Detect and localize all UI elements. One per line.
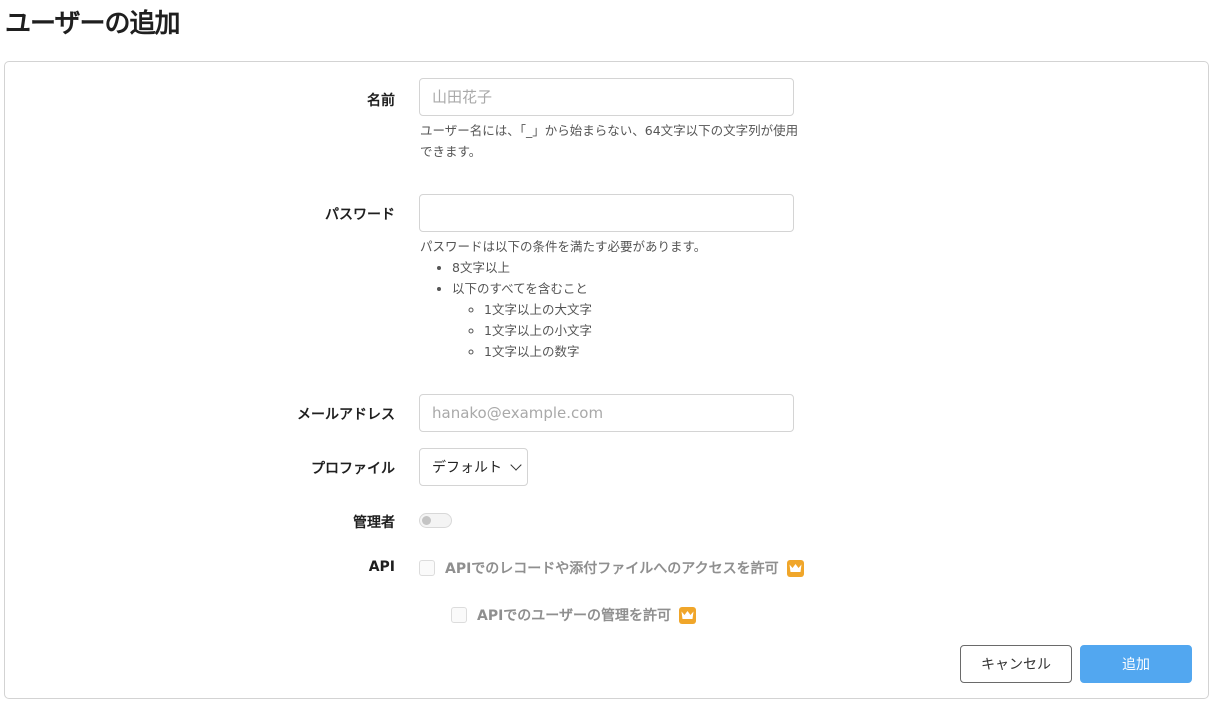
profile-select-value: デフォルト (432, 460, 502, 476)
email-label: メールアドレス (297, 407, 395, 423)
password-rule-include-all: 以下のすべてを含むこと 1文字以上の大文字 1文字以上の小文字 1文字以上の数字 (452, 278, 800, 362)
profile-label: プロファイル (311, 461, 395, 477)
password-rule-length: 8文字以上 (452, 257, 800, 278)
password-rule-uppercase: 1文字以上の大文字 (484, 299, 800, 320)
password-help-intro: パスワードは以下の条件を満たす必要があります。 (420, 239, 707, 254)
password-rule-include-all-label: 以下のすべてを含むこと (452, 281, 588, 296)
user-form-card: 名前 ユーザー名には、「_」から始まらない、64文字以下の文字列が使用できます。… (4, 61, 1209, 699)
password-rule-lowercase: 1文字以上の小文字 (484, 320, 800, 341)
crown-icon (786, 559, 804, 577)
password-help: パスワードは以下の条件を満たす必要があります。 8文字以上 以下のすべてを含むこ… (420, 236, 800, 362)
password-input[interactable] (419, 194, 794, 232)
name-label: 名前 (367, 93, 395, 109)
toggle-knob (422, 516, 431, 525)
api-record-access-option[interactable]: APIでのレコードや添付ファイルへのアクセスを許可 (419, 558, 804, 578)
add-button[interactable]: 追加 (1080, 645, 1192, 683)
password-label: パスワード (325, 207, 395, 223)
chevron-down-icon (510, 459, 522, 471)
api-user-management-label: APIでのユーザーの管理を許可 (477, 608, 672, 624)
name-input[interactable] (419, 78, 794, 116)
cancel-button[interactable]: キャンセル (960, 645, 1072, 683)
profile-select[interactable]: デフォルト (419, 448, 528, 486)
api-label: API (368, 559, 395, 575)
api-user-management-checkbox[interactable] (451, 607, 467, 623)
password-rules-list: 8文字以上 以下のすべてを含むこと 1文字以上の大文字 1文字以上の小文字 1文… (452, 257, 800, 362)
api-record-access-checkbox[interactable] (419, 560, 435, 576)
api-record-access-label: APIでのレコードや添付ファイルへのアクセスを許可 (445, 561, 779, 577)
admin-toggle[interactable] (419, 513, 452, 528)
api-user-management-option[interactable]: APIでのユーザーの管理を許可 (451, 605, 697, 625)
page-title: ユーザーの追加 (5, 9, 180, 39)
name-help-text: ユーザー名には、「_」から始まらない、64文字以下の文字列が使用できます。 (420, 123, 799, 159)
password-subrules-list: 1文字以上の大文字 1文字以上の小文字 1文字以上の数字 (484, 299, 800, 362)
password-rule-digit: 1文字以上の数字 (484, 341, 800, 362)
email-input[interactable] (419, 394, 794, 432)
crown-icon (679, 606, 697, 624)
admin-label: 管理者 (353, 515, 395, 531)
